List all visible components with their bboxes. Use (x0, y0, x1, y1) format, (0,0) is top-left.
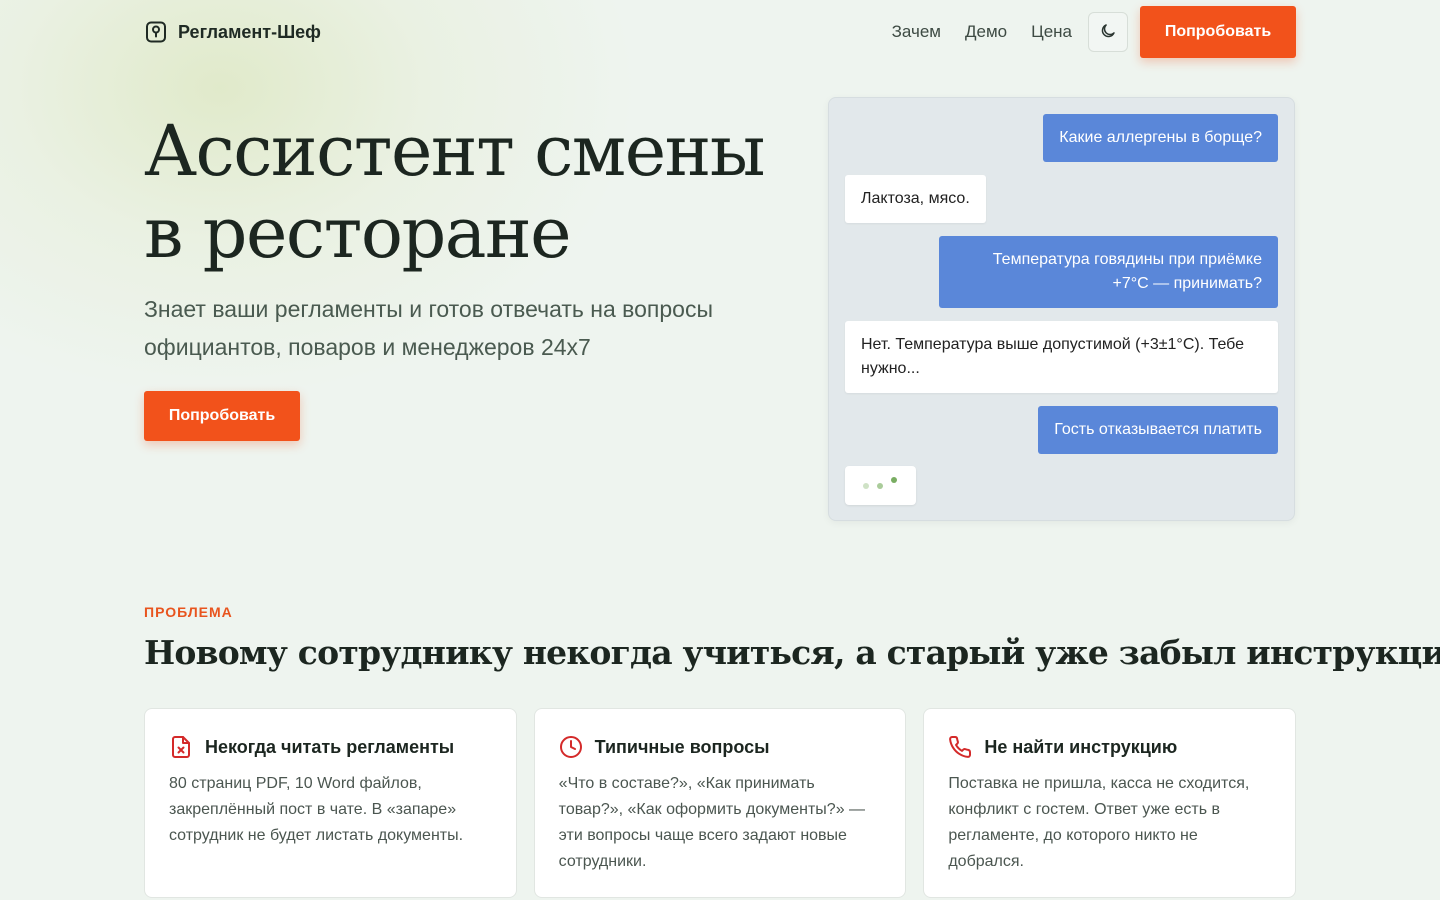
card-text: Поставка не пришла, касса не сходится, к… (948, 775, 1250, 870)
chat-message-user: Температура говядины при приёмке +7°C — … (939, 236, 1278, 308)
nav-menu: Зачем Демо Цена Попробовать (892, 6, 1296, 58)
nav-link-price[interactable]: Цена (1031, 22, 1072, 42)
problem-card: Типичные вопросы «Что в составе?», «Как … (533, 708, 907, 898)
theme-toggle-button[interactable] (1088, 12, 1128, 52)
phone-icon (948, 735, 972, 759)
top-navbar: Регламент-Шеф Зачем Демо Цена Попробоват… (144, 6, 1296, 58)
section-label: ПРОБЛЕМА (144, 604, 233, 620)
card-text: «Что в составе?», «Как принимать товар?»… (558, 775, 866, 870)
card-title: Типичные вопросы (594, 736, 770, 757)
moon-icon (1099, 22, 1117, 43)
file-x-icon (169, 735, 193, 759)
card-text: 80 страниц PDF, 10 Word файлов, закреплё… (169, 775, 464, 844)
nav-link-why[interactable]: Зачем (892, 22, 941, 42)
chat-message-bot: Нет. Температура выше допустимой (+3±1°C… (845, 321, 1278, 393)
clock-icon (559, 735, 583, 759)
chat-demo-panel: Какие аллергены в борще? Лактоза, мясо. … (828, 97, 1295, 521)
problem-card: Некогда читать регламенты 80 страниц PDF… (144, 708, 517, 898)
problem-card: Не найти инструкцию Поставка не пришла, … (923, 708, 1297, 898)
location-pin-icon (144, 20, 168, 44)
card-title: Некогда читать регламенты (205, 736, 455, 757)
hero-subtitle: Знает ваши регламенты и готов отвечать н… (144, 296, 713, 360)
problem-cards: Некогда читать регламенты 80 страниц PDF… (144, 708, 1297, 898)
brand-name: Регламент-Шеф (178, 21, 321, 42)
typing-dots-icon (845, 466, 916, 505)
card-title: Не найти инструкцию (984, 736, 1178, 757)
chat-message-bot: Лактоза, мясо. (845, 175, 986, 223)
hero-title: Ассистент смены в ресторане (144, 110, 766, 274)
chat-message-user: Какие аллергены в борще? (1043, 114, 1278, 162)
chat-message-user: Гость отказывается платить (1038, 406, 1278, 454)
section-title: Новому сотруднику некогда учиться, а ста… (144, 633, 1440, 672)
brand[interactable]: Регламент-Шеф (144, 20, 321, 44)
hero-try-button[interactable]: Попробовать (144, 391, 300, 441)
nav-link-demo[interactable]: Демо (965, 22, 1007, 42)
nav-try-button[interactable]: Попробовать (1140, 6, 1296, 58)
